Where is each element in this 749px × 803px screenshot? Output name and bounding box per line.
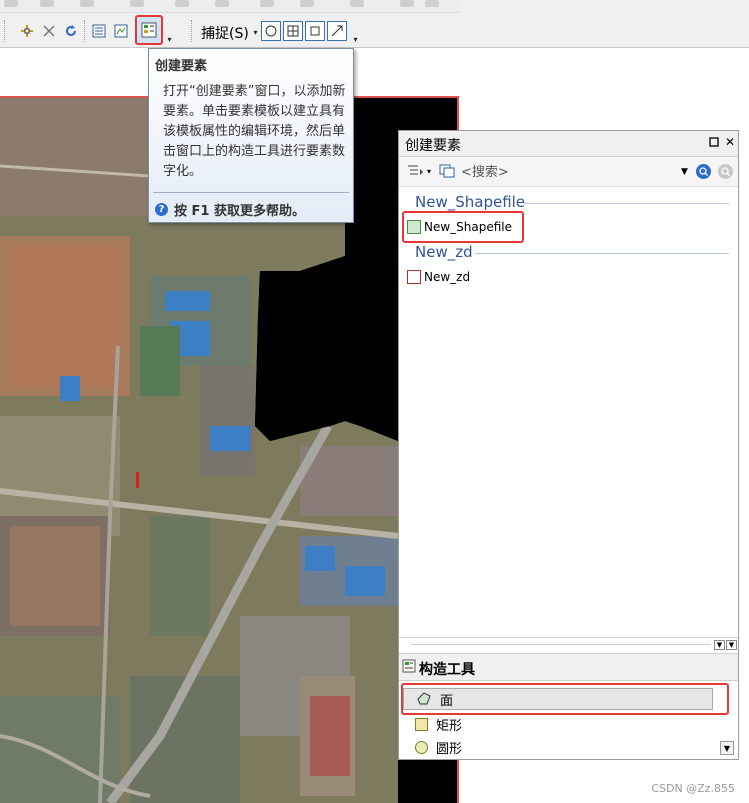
panel-header: 创建要素 ✕ xyxy=(399,131,738,157)
template-item-new-zd[interactable]: New_zd xyxy=(407,267,470,287)
rotate-icon[interactable] xyxy=(62,22,80,40)
create-features-tooltip: 创建要素 打开“创建要素”窗口，以添加新要素。单击要素模板以建立具有该模板属性的… xyxy=(148,48,354,223)
construction-tools-header: 构造工具 xyxy=(399,653,738,681)
tooltip-help-text: 按 F1 获取更多帮助。 xyxy=(174,204,305,219)
toolbar-ghost-icon[interactable] xyxy=(40,0,54,7)
tooltip-title: 创建要素 xyxy=(155,59,208,74)
template-label: New_zd xyxy=(424,270,471,284)
snapping-overflow-chevron-icon[interactable]: ▾ xyxy=(351,34,360,44)
toolbar-top-row xyxy=(0,0,460,13)
tooltip-body: 打开“创建要素”窗口，以添加新要素。单击要素模板以建立具有该模板属性的编辑环境，… xyxy=(163,84,346,179)
edit-vertex-icon[interactable] xyxy=(18,22,36,40)
toolbar-ghost-icon[interactable] xyxy=(400,0,414,7)
point-snapping-icon[interactable] xyxy=(261,21,281,41)
watermark: CSDN @Zz.855 xyxy=(651,782,735,795)
toolbar: ▾ 捕捉(S) ▾ ▾ xyxy=(0,0,749,48)
clear-search-icon[interactable] xyxy=(718,164,733,179)
toolbar-ghost-icon[interactable] xyxy=(175,0,189,7)
auto-hide-icon[interactable] xyxy=(707,135,721,149)
splitter-line xyxy=(411,644,711,645)
search-dropdown-icon[interactable]: ▼ xyxy=(681,167,688,177)
toolbar-separator xyxy=(4,20,6,42)
polygon-swatch-icon xyxy=(407,270,421,284)
snapping-dropdown-icon[interactable]: ▾ xyxy=(251,27,260,37)
help-icon: ? xyxy=(155,203,168,216)
group-header-new-zd: New_zd xyxy=(415,243,473,261)
toolbar-ghost-icon[interactable] xyxy=(260,0,274,7)
circle-tool-icon xyxy=(415,740,428,754)
tool-label: 矩形 xyxy=(436,718,463,734)
highlight-annotation xyxy=(402,211,524,243)
scroll-down-icon[interactable]: ▼ xyxy=(720,741,734,755)
tool-rectangle[interactable]: 矩形 xyxy=(415,713,462,735)
toolbar-ghost-icon[interactable] xyxy=(425,0,439,7)
tool-circle[interactable]: 圆形 xyxy=(415,736,462,758)
template-search-input[interactable] xyxy=(461,162,683,182)
sketch-properties-icon[interactable] xyxy=(112,22,130,40)
end-snapping-icon[interactable] xyxy=(283,21,303,41)
group-divider xyxy=(524,203,729,204)
organize-dropdown-icon[interactable]: ▾ xyxy=(427,167,431,176)
search-icon[interactable] xyxy=(696,164,711,179)
toolbar-separator xyxy=(84,20,86,42)
group-header-new-shapefile: New_Shapefile xyxy=(415,193,526,211)
toolbar-ghost-icon[interactable] xyxy=(80,0,94,7)
panel-title: 创建要素 xyxy=(405,138,461,154)
construction-tools-title: 构造工具 xyxy=(419,662,475,678)
toolbar-ghost-icon[interactable] xyxy=(215,0,229,7)
edge-snapping-icon[interactable] xyxy=(327,21,347,41)
construction-tools-icon xyxy=(402,659,416,677)
panel-splitter[interactable]: ▼ ▼ xyxy=(399,637,738,652)
tooltip-help: ? 按 F1 获取更多帮助。 xyxy=(155,200,305,219)
toolbar-ghost-icon[interactable] xyxy=(4,0,18,7)
group-divider xyxy=(475,253,729,254)
close-icon[interactable]: ✕ xyxy=(723,135,737,149)
create-features-icon xyxy=(141,22,157,38)
panel-toolbar: ▾ ▼ xyxy=(399,157,738,187)
create-features-panel: 创建要素 ✕ ▾ ▼ New_Shapefile New_Shapefile N… xyxy=(398,130,739,760)
highlight-annotation xyxy=(401,683,729,715)
create-features-button[interactable] xyxy=(135,15,163,45)
toolbar-ghost-icon[interactable] xyxy=(130,0,144,7)
vertex-snapping-icon[interactable] xyxy=(305,21,325,41)
attributes-icon[interactable] xyxy=(90,22,108,40)
toolbar-separator xyxy=(191,20,193,42)
toolbar-ghost-icon[interactable] xyxy=(350,0,364,7)
organize-templates-icon[interactable] xyxy=(407,164,425,182)
toolbar-overflow-chevron-icon[interactable]: ▾ xyxy=(165,34,174,44)
expand-icon[interactable]: ▼ xyxy=(726,640,737,650)
organize-layers-icon[interactable] xyxy=(439,164,455,182)
toolbar-ghost-icon[interactable] xyxy=(300,0,314,7)
collapse-icon[interactable]: ▼ xyxy=(714,640,725,650)
snapping-menu[interactable]: 捕捉(S) xyxy=(201,23,249,43)
tool-label: 圆形 xyxy=(436,741,463,757)
tooltip-divider xyxy=(153,192,349,193)
cut-polygon-icon[interactable] xyxy=(40,22,58,40)
rectangle-tool-icon xyxy=(415,717,428,731)
